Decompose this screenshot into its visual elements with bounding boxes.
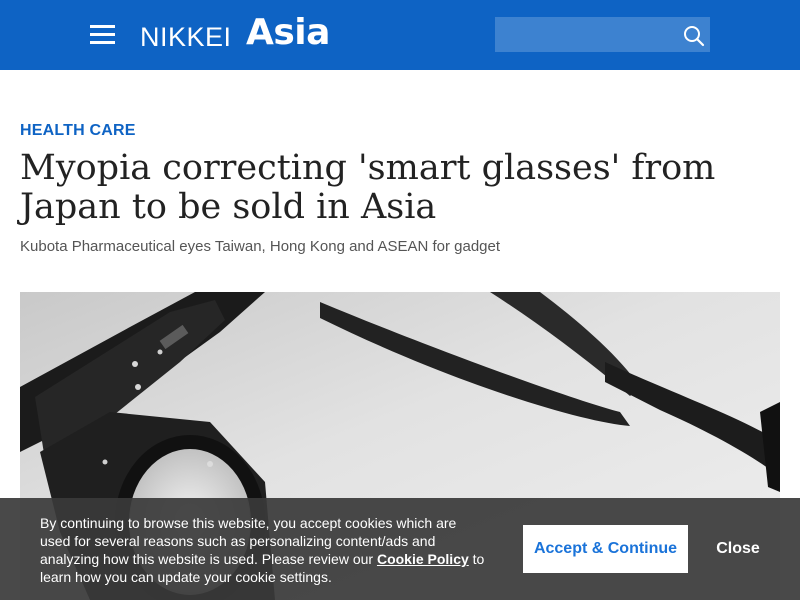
search-input[interactable] <box>495 17 665 52</box>
logo-asia-text: Asia <box>246 12 330 53</box>
article-subheadline: Kubota Pharmaceutical eyes Taiwan, Hong … <box>20 238 501 255</box>
menu-line <box>90 41 115 44</box>
top-navigation-bar: NIKKEI Asia <box>0 0 800 70</box>
cookie-policy-link[interactable]: Cookie Policy <box>377 551 469 567</box>
menu-line <box>90 33 115 36</box>
accept-continue-button[interactable]: Accept & Continue <box>523 525 688 573</box>
close-banner-button[interactable]: Close <box>700 525 776 573</box>
logo-nikkei-text: NIKKEI <box>140 22 232 52</box>
hamburger-menu-icon[interactable] <box>90 25 115 44</box>
search-box <box>495 17 710 52</box>
search-icon[interactable] <box>683 25 705 47</box>
section-label[interactable]: HEALTH CARE <box>20 122 136 140</box>
menu-line <box>90 25 115 28</box>
article-headline: Myopia correcting 'smart glasses' from J… <box>20 148 716 227</box>
cookie-message: By continuing to browse this website, yo… <box>40 514 490 586</box>
cookie-consent-banner: By continuing to browse this website, yo… <box>0 498 800 600</box>
